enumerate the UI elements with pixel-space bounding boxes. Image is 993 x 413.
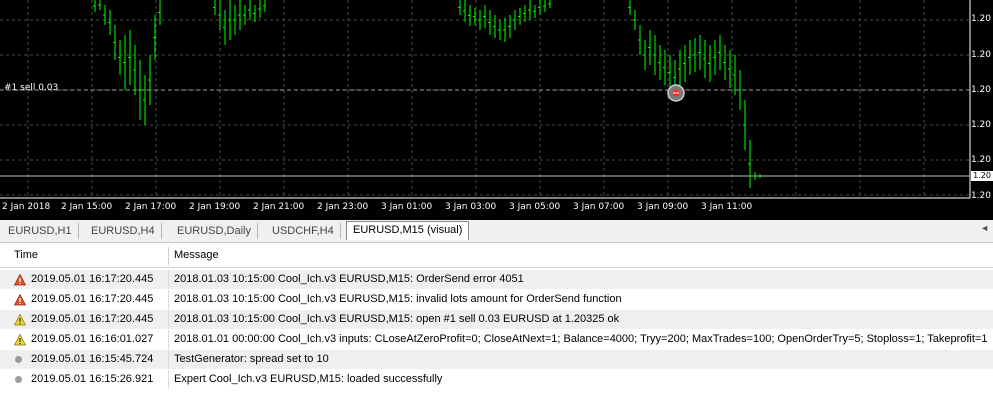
price-axis-label: 1.20 (970, 50, 991, 60)
price-axis-label: 1.20 (970, 85, 991, 95)
tab-usdchf-h4[interactable]: USDCHF,H4 (266, 223, 341, 239)
last-price-marker: 1.20 (971, 171, 993, 181)
price-axis-label: 1.20 (970, 14, 991, 24)
price-axis-label: 1.20 (970, 155, 991, 165)
journal-time: 2019.05.01 16:17:20.445 (31, 273, 154, 285)
price-chart[interactable]: #1 sell 0.03 1.20 1.20 1.20 1.20 1.20 1.… (0, 0, 993, 220)
time-axis-label: 3 Jan 09:00 (637, 202, 689, 212)
journal-message: Expert Cool_Ich.v3 EURUSD,M15: loaded su… (174, 373, 443, 385)
column-divider (168, 330, 169, 349)
tab-eurusd-m15-visual[interactable]: EURUSD,M15 (visual) (346, 221, 470, 240)
time-axis-label: 3 Jan 05:00 (509, 202, 561, 212)
journal-message: 2018.01.03 10:15:00 Cool_Ich.v3 EURUSD,M… (174, 313, 620, 325)
time-axis-label: 2 Jan 21:00 (253, 202, 305, 212)
message-column-header[interactable]: Message (174, 249, 219, 261)
journal-header: Time Message (0, 245, 993, 268)
journal-time: 2019.05.01 16:17:20.445 (31, 313, 154, 325)
journal-time: 2019.05.01 16:17:20.445 (31, 293, 154, 305)
time-axis-label: 2 Jan 2018 (2, 202, 51, 212)
journal-message: 2018.01.03 10:15:00 Cool_Ich.v3 EURUSD,M… (174, 293, 622, 305)
journal-message: 2018.01.01 00:00:00 Cool_Ich.v3 inputs: … (174, 333, 988, 345)
journal-row[interactable]: 2019.05.01 16:15:45.724 TestGenerator: s… (0, 350, 993, 369)
order-line-label: #1 sell 0.03 (4, 83, 59, 93)
error-icon (14, 294, 26, 306)
time-axis-label: 3 Jan 07:00 (573, 202, 625, 212)
journal-row[interactable]: 2019.05.01 16:17:20.445 2018.01.03 10:15… (0, 310, 993, 329)
tab-eurusd-h4[interactable]: EURUSD,H4 (85, 223, 162, 239)
warning-icon (14, 334, 26, 346)
journal-row[interactable]: 2019.05.01 16:17:20.445 2018.01.03 10:15… (0, 290, 993, 309)
time-axis-label: 3 Jan 01:00 (381, 202, 433, 212)
journal-panel: Time Message 2019.05.01 16:17:20.445 201… (0, 245, 993, 413)
time-axis-label: 2 Jan 15:00 (61, 202, 113, 212)
column-divider (168, 370, 169, 389)
column-divider (168, 350, 169, 369)
time-axis-label: 2 Jan 23:00 (317, 202, 369, 212)
tab-eurusd-daily[interactable]: EURUSD,Daily (171, 223, 258, 239)
journal-row[interactable]: 2019.05.01 16:15:26.921 Expert Cool_Ich.… (0, 370, 993, 389)
column-divider[interactable] (168, 247, 169, 265)
info-dot-icon (15, 356, 22, 363)
time-axis-label: 3 Jan 03:00 (445, 202, 497, 212)
time-axis-label: 2 Jan 19:00 (189, 202, 241, 212)
tab-eurusd-h1[interactable]: EURUSD,H1 (2, 223, 79, 239)
journal-time: 2019.05.01 16:15:45.724 (31, 353, 154, 365)
error-icon (14, 274, 26, 286)
warning-icon (14, 314, 26, 326)
column-divider (168, 310, 169, 329)
chart-canvas (0, 0, 971, 199)
journal-time: 2019.05.01 16:16:01.027 (31, 333, 154, 345)
journal-message: 2018.01.03 10:15:00 Cool_Ich.v3 EURUSD,M… (174, 273, 524, 285)
price-axis-label: 1.20 (970, 191, 991, 201)
column-divider (168, 290, 169, 309)
price-axis-label: 1.20 (970, 120, 991, 130)
journal-message: TestGenerator: spread set to 10 (174, 353, 329, 365)
time-axis-label: 2 Jan 17:00 (125, 202, 177, 212)
column-divider (168, 270, 169, 289)
journal-row[interactable]: 2019.05.01 16:16:01.027 2018.01.01 00:00… (0, 330, 993, 349)
tab-scroll-left-icon[interactable]: ◄ (980, 223, 989, 233)
chart-tab-bar: EURUSD,H1 EURUSD,H4 EURUSD,Daily USDCHF,… (0, 220, 993, 243)
time-column-header[interactable]: Time (14, 249, 38, 261)
info-dot-icon (15, 376, 22, 383)
time-axis-label: 3 Jan 11:00 (701, 202, 753, 212)
journal-time: 2019.05.01 16:15:26.921 (31, 373, 154, 385)
journal-row[interactable]: 2019.05.01 16:17:20.445 2018.01.03 10:15… (0, 270, 993, 289)
